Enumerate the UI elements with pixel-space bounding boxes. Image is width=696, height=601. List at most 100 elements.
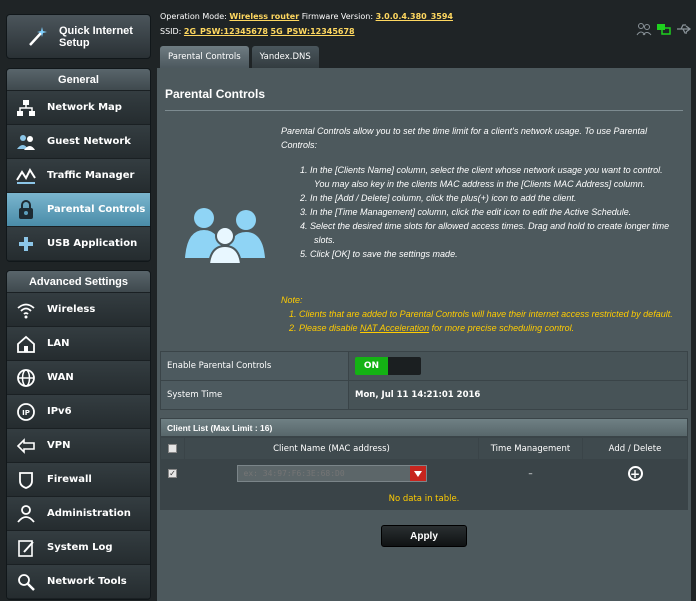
no-data-row: No data in table.	[160, 487, 688, 510]
sidebar-item-guest-network[interactable]: Guest Network	[7, 125, 150, 159]
sidebar: Quick Internet Setup General Network Map…	[0, 0, 154, 601]
client-list-header-row: Client Name (MAC address) Time Managemen…	[160, 437, 688, 460]
note-2-prefix: 2. Please disable	[289, 323, 361, 333]
sidebar-item-ipv6[interactable]: IP IPv6	[7, 395, 150, 429]
column-header-time-management: Time Management	[478, 437, 583, 460]
client-list-title: Client List (Max Limit : 16)	[160, 418, 688, 437]
sidebar-item-label: USB Application	[47, 238, 138, 249]
firmware-link[interactable]: 3.0.0.4.380_3594	[376, 12, 453, 21]
status-icons	[636, 22, 692, 41]
sidebar-item-label: Network Tools	[47, 576, 127, 587]
no-data-message: No data in table.	[160, 487, 688, 510]
instruction-step: 3. In the [Time Management] column, clic…	[300, 207, 632, 217]
instruction-step: 2. In the [Add / Delete] column, click t…	[300, 193, 577, 203]
firmware-label: Firmware Version:	[301, 12, 374, 21]
instruction-step: 1. In the [Clients Name] column, select …	[300, 165, 663, 189]
add-cell: +	[582, 459, 688, 488]
lan-icon	[15, 333, 37, 355]
column-header-add-delete: Add / Delete	[582, 437, 688, 460]
time-management-cell: –	[478, 459, 583, 488]
advanced-settings-title: Advanced Settings	[7, 271, 150, 293]
system-time-label: System Time	[160, 380, 349, 410]
client-dropdown-button[interactable]	[409, 466, 426, 481]
sidebar-item-lan[interactable]: LAN	[7, 327, 150, 361]
system-log-icon	[15, 537, 37, 559]
quick-internet-setup-label: Quick Internet Setup	[59, 24, 133, 49]
sidebar-item-traffic-manager[interactable]: Traffic Manager	[7, 159, 150, 193]
client-list-table: Client Name (MAC address) Time Managemen…	[160, 437, 688, 510]
ssid-5g-link[interactable]: 5G_PSW:12345678	[271, 27, 355, 36]
ssid-2g-link[interactable]: 2G_PSW:12345678	[184, 27, 268, 36]
administration-icon	[15, 503, 37, 525]
sidebar-item-system-log[interactable]: System Log	[7, 531, 150, 565]
enable-label: Enable Parental Controls	[160, 351, 349, 381]
client-mac-combobox	[236, 465, 427, 482]
tab-parental-controls[interactable]: Parental Controls	[160, 46, 249, 68]
quick-internet-setup-button[interactable]: Quick Internet Setup	[6, 14, 151, 59]
sidebar-item-label: Traffic Manager	[47, 170, 135, 181]
advanced-nav-group: Advanced Settings Wireless LAN WAN IP IP…	[6, 270, 151, 600]
note-item-1: 1. Clients that are added to Parental Co…	[289, 309, 673, 319]
note-2-suffix: for more precise scheduling control.	[429, 323, 575, 333]
parental-controls-icon	[15, 199, 37, 221]
settings-table: Enable Parental Controls ON System Time …	[160, 351, 688, 410]
sidebar-item-label: Wireless	[47, 304, 96, 315]
note-item-2: 2. Please disable NAT Acceleration for m…	[281, 321, 676, 335]
network-tools-icon	[15, 571, 37, 593]
add-client-plus-icon[interactable]: +	[627, 466, 643, 481]
tab-yandex-dns[interactable]: Yandex.DNS	[251, 46, 319, 68]
nat-acceleration-link[interactable]: NAT Acceleration	[360, 323, 429, 333]
enable-toggle[interactable]: ON	[355, 357, 421, 375]
traffic-manager-icon	[15, 165, 37, 187]
toggle-knob	[388, 357, 421, 375]
ssid-label: SSID:	[160, 27, 182, 36]
sidebar-item-usb-application[interactable]: USB Application	[7, 227, 150, 261]
row-checkbox-cell: ✓	[160, 459, 185, 488]
tab-bar: Parental Controls Yandex.DNS	[160, 46, 322, 68]
wireless-icon	[15, 299, 37, 321]
column-header-client-name: Client Name (MAC address)	[184, 437, 479, 460]
sidebar-item-network-map[interactable]: Network Map	[7, 91, 150, 125]
sidebar-item-label: WAN	[47, 372, 74, 383]
clients-status-icon[interactable]	[636, 22, 652, 41]
apply-button[interactable]: Apply	[381, 525, 467, 547]
toggle-on-label: ON	[355, 357, 388, 375]
usb-status-icon[interactable]	[676, 22, 692, 41]
sidebar-item-label: LAN	[47, 338, 70, 349]
sidebar-item-label: Administration	[47, 508, 131, 519]
chevron-down-icon	[413, 470, 422, 477]
title-divider	[165, 110, 683, 111]
sidebar-item-label: Guest Network	[47, 136, 131, 147]
svg-text:IP: IP	[22, 409, 30, 417]
operation-mode-label: Operation Mode:	[160, 12, 227, 21]
select-all-cell	[160, 437, 185, 460]
note-title: Note:	[281, 295, 303, 305]
sidebar-item-network-tools[interactable]: Network Tools	[7, 565, 150, 599]
internet-status-icon[interactable]	[656, 22, 672, 41]
wan-icon	[15, 367, 37, 389]
sidebar-item-wireless[interactable]: Wireless	[7, 293, 150, 327]
row-checkbox[interactable]: ✓	[168, 468, 177, 478]
usb-application-icon	[15, 233, 37, 255]
sidebar-item-parental-controls[interactable]: Parental Controls	[7, 193, 150, 227]
sidebar-item-label: System Log	[47, 542, 113, 553]
instruction-step: 5. Click [OK] to save the settings made.	[300, 249, 458, 259]
network-map-icon	[15, 97, 37, 119]
main-panel: Parental Controls Parental Controls allo…	[157, 68, 691, 601]
sidebar-item-vpn[interactable]: VPN	[7, 429, 150, 463]
instruction-step: 4. Select the desired time slots for all…	[300, 221, 670, 245]
operation-mode-link[interactable]: Wireless router	[229, 12, 299, 21]
sidebar-item-firewall[interactable]: Firewall	[7, 463, 150, 497]
enable-row: Enable Parental Controls ON	[160, 351, 688, 381]
general-title: General	[7, 69, 150, 91]
enable-cell: ON	[348, 351, 688, 381]
page-title: Parental Controls	[165, 87, 266, 101]
sidebar-item-wan[interactable]: WAN	[7, 361, 150, 395]
instruction-steps: 1. In the [Clients Name] column, select …	[300, 163, 680, 261]
general-nav-group: General Network Map Guest Network Traffi…	[6, 68, 151, 262]
system-time-value: Mon, Jul 11 14:21:01 2016	[348, 380, 688, 410]
select-all-checkbox[interactable]	[168, 443, 177, 453]
sidebar-item-administration[interactable]: Administration	[7, 497, 150, 531]
client-mac-input[interactable]	[237, 466, 410, 481]
ipv6-icon: IP	[15, 401, 37, 423]
